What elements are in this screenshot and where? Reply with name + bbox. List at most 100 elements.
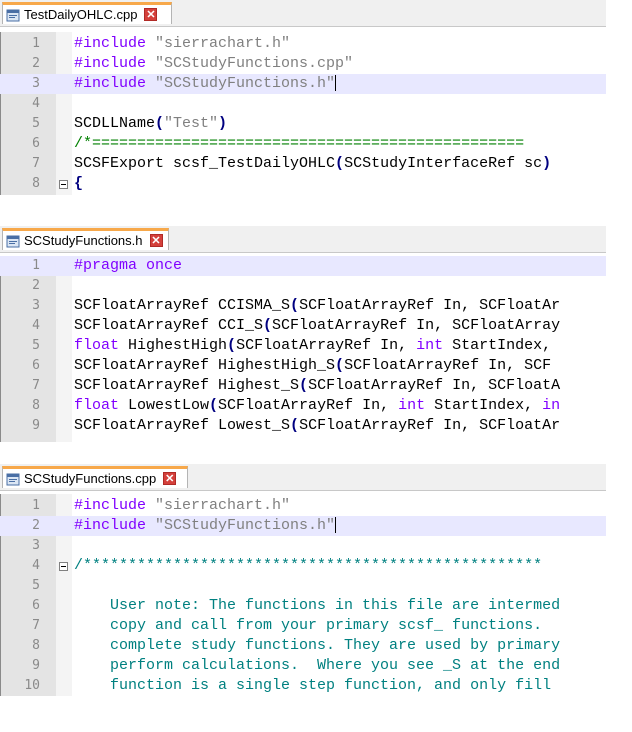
code-token: SCFloatArrayRef Lowest_S xyxy=(74,417,291,434)
code-token: SCFloatArrayRef In, xyxy=(236,337,417,354)
code-line[interactable]: 9 SCFloatArrayRef Lowest_S(SCFloatArrayRe… xyxy=(0,416,606,436)
tab-scstudyfunctions-cpp[interactable]: SCStudyFunctions.cpp ✕ xyxy=(2,466,188,488)
text-caret xyxy=(335,517,337,534)
code-token: SCStudyInterfaceRef sc xyxy=(344,155,543,172)
code-line[interactable]: 1 #include "sierrachart.h" xyxy=(0,34,606,54)
code-token: "sierrachart.h" xyxy=(155,35,291,52)
code-line[interactable]: 4 /**************************************… xyxy=(0,556,606,576)
editor-pane-2: SCStudyFunctions.h ✕ 1 #pragma once 2 3 SCFl… xyxy=(0,226,606,442)
code-text: float HighestHigh(SCFloatArrayRef In, in… xyxy=(74,336,551,356)
code-token: User note: The functions in this file ar… xyxy=(74,597,561,614)
tab-testdailyohlc-cpp[interactable]: TestDailyOHLC.cpp ✕ xyxy=(2,2,172,24)
code-text: function is a single step function, and … xyxy=(74,676,551,696)
code-line[interactable]: 3 #include "SCStudyFunctions.h" xyxy=(0,74,606,94)
code-token: int xyxy=(416,337,444,354)
line-number: 8 xyxy=(32,638,40,653)
code-text: copy and call from your primary scsf_ fu… xyxy=(74,616,542,636)
code-token: SCFloatArrayRef CCISMA_S xyxy=(74,297,291,314)
code-line[interactable]: 8 complete study functions. They are use… xyxy=(0,636,606,656)
code-line[interactable]: 10 function is a single step function, a… xyxy=(0,676,606,696)
code-line[interactable]: 8 float LowestLow(SCFloatArrayRef In, int… xyxy=(0,396,606,416)
code-line[interactable]: 7 SCFloatArrayRef Highest_S(SCFloatArrayR… xyxy=(0,376,606,396)
code-text: #include "SCStudyFunctions.h" xyxy=(74,516,337,536)
code-line[interactable]: 7 copy and call from your primary scsf_ … xyxy=(0,616,606,636)
code-token: "SCStudyFunctions.h" xyxy=(155,75,336,92)
code-token: HighestHigh xyxy=(119,337,228,354)
code-text: perform calculations. Where you see _S a… xyxy=(74,656,560,676)
code-line[interactable]: 9 perform calculations. Where you see _S… xyxy=(0,656,606,676)
tab-scstudyfunctions-h[interactable]: SCStudyFunctions.h ✕ xyxy=(2,228,169,250)
code-line[interactable]: 4 xyxy=(0,94,606,114)
code-editor[interactable]: 1 #include "sierrachart.h" 2 #include "SCSt… xyxy=(0,494,606,696)
code-token: int xyxy=(398,397,426,414)
code-token: /*======================================… xyxy=(74,135,525,152)
code-text: User note: The functions in this file ar… xyxy=(74,596,560,616)
code-text: SCDLLName("Test") xyxy=(74,114,227,134)
code-token: function is a single step function, and … xyxy=(74,677,552,694)
code-line[interactable]: 2 xyxy=(0,276,606,296)
line-number: 4 xyxy=(32,318,40,333)
code-text: SCFloatArrayRef CCI_S(SCFloatArrayRef In… xyxy=(74,316,560,336)
close-icon[interactable]: ✕ xyxy=(163,472,177,485)
code-line[interactable]: 2 #include "SCStudyFunctions.cpp" xyxy=(0,54,606,74)
tab-label: TestDailyOHLC.cpp xyxy=(24,7,138,22)
code-line[interactable]: 2 #include "SCStudyFunctions.h" xyxy=(0,516,606,536)
code-line[interactable]: 5 float HighestHigh(SCFloatArrayRef In, i… xyxy=(0,336,606,356)
code-token: StartIndex, xyxy=(425,397,543,414)
code-token: ( xyxy=(263,317,273,334)
code-text: /***************************************… xyxy=(74,556,542,576)
line-number: 7 xyxy=(32,156,40,171)
code-line[interactable]: 1 #include "sierrachart.h" xyxy=(0,496,606,516)
line-number: 8 xyxy=(32,176,40,191)
code-text: #include "sierrachart.h" xyxy=(74,34,290,54)
text-caret xyxy=(335,75,337,92)
code-line[interactable]: 1 #pragma once xyxy=(0,256,606,276)
code-token: SCFloatArrayRef In, SCFloatA xyxy=(308,377,561,394)
code-text: #include "SCStudyFunctions.h" xyxy=(74,74,337,94)
code-token: ( xyxy=(290,297,300,314)
line-number: 7 xyxy=(32,618,40,633)
code-line[interactable]: 3 xyxy=(0,536,606,556)
code-token: SCFloatArrayRef Highest_S xyxy=(74,377,300,394)
fold-toggle-icon[interactable] xyxy=(59,180,68,189)
line-number: 4 xyxy=(32,96,40,111)
editor-pane-1: TestDailyOHLC.cpp ✕ 1 #include "sierracha… xyxy=(0,0,606,222)
close-icon[interactable]: ✕ xyxy=(144,8,158,21)
code-token: #include xyxy=(74,55,156,72)
code-text: SCFloatArrayRef Lowest_S(SCFloatArrayRef… xyxy=(74,416,560,436)
code-token: in xyxy=(542,397,561,414)
code-token: SCFloatArrayRef CCI_S xyxy=(74,317,264,334)
code-token: SCFloatArrayRef In, SCFloatAr xyxy=(299,297,561,314)
code-line[interactable]: 5 xyxy=(0,576,606,596)
code-line[interactable]: 7 SCSFExport scsf_TestDailyOHLC(SCStudyIn… xyxy=(0,154,606,174)
code-line[interactable]: 4 SCFloatArrayRef CCI_S(SCFloatArrayRef I… xyxy=(0,316,606,336)
code-text: /*======================================… xyxy=(74,134,524,154)
code-line[interactable]: 6 /*=====================================… xyxy=(0,134,606,154)
code-text: #include "SCStudyFunctions.cpp" xyxy=(74,54,353,74)
line-number: 10 xyxy=(24,678,40,693)
line-number: 6 xyxy=(32,598,40,613)
code-token: SCFloatArrayRef HighestHigh_S xyxy=(74,357,336,374)
code-token: float xyxy=(74,337,120,354)
fold-toggle-icon[interactable] xyxy=(59,562,68,571)
code-editor[interactable]: 1 #pragma once 2 3 SCFloatArrayRef CCISMA_S(… xyxy=(0,256,606,442)
tab-bar: SCStudyFunctions.cpp ✕ xyxy=(0,464,606,491)
tab-bar: SCStudyFunctions.h ✕ xyxy=(0,226,606,253)
editor-pane-3: SCStudyFunctions.cpp ✕ 1 #include "sierra… xyxy=(0,464,606,696)
code-editor[interactable]: 1 #include "sierrachart.h" 2 #include "SCSt… xyxy=(0,32,606,195)
line-number: 2 xyxy=(32,278,40,293)
code-line[interactable]: 5 SCDLLName("Test") xyxy=(0,114,606,134)
code-line[interactable]: 6 User note: The functions in this file … xyxy=(0,596,606,616)
code-token: ( xyxy=(335,357,345,374)
code-line[interactable]: 8{ xyxy=(0,174,606,194)
code-token: #include xyxy=(74,517,156,534)
code-line[interactable]: 6 SCFloatArrayRef HighestHigh_S(SCFloatAr… xyxy=(0,356,606,376)
code-token: ( xyxy=(227,337,237,354)
code-text: float LowestLow(SCFloatArrayRef In, int … xyxy=(74,396,560,416)
close-icon[interactable]: ✕ xyxy=(149,234,163,247)
code-token: ( xyxy=(335,155,345,172)
code-text: { xyxy=(74,174,83,194)
code-line[interactable]: 3 SCFloatArrayRef CCISMA_S(SCFloatArrayRe… xyxy=(0,296,606,316)
line-number: 2 xyxy=(32,56,40,71)
code-text: #pragma once xyxy=(74,256,182,276)
